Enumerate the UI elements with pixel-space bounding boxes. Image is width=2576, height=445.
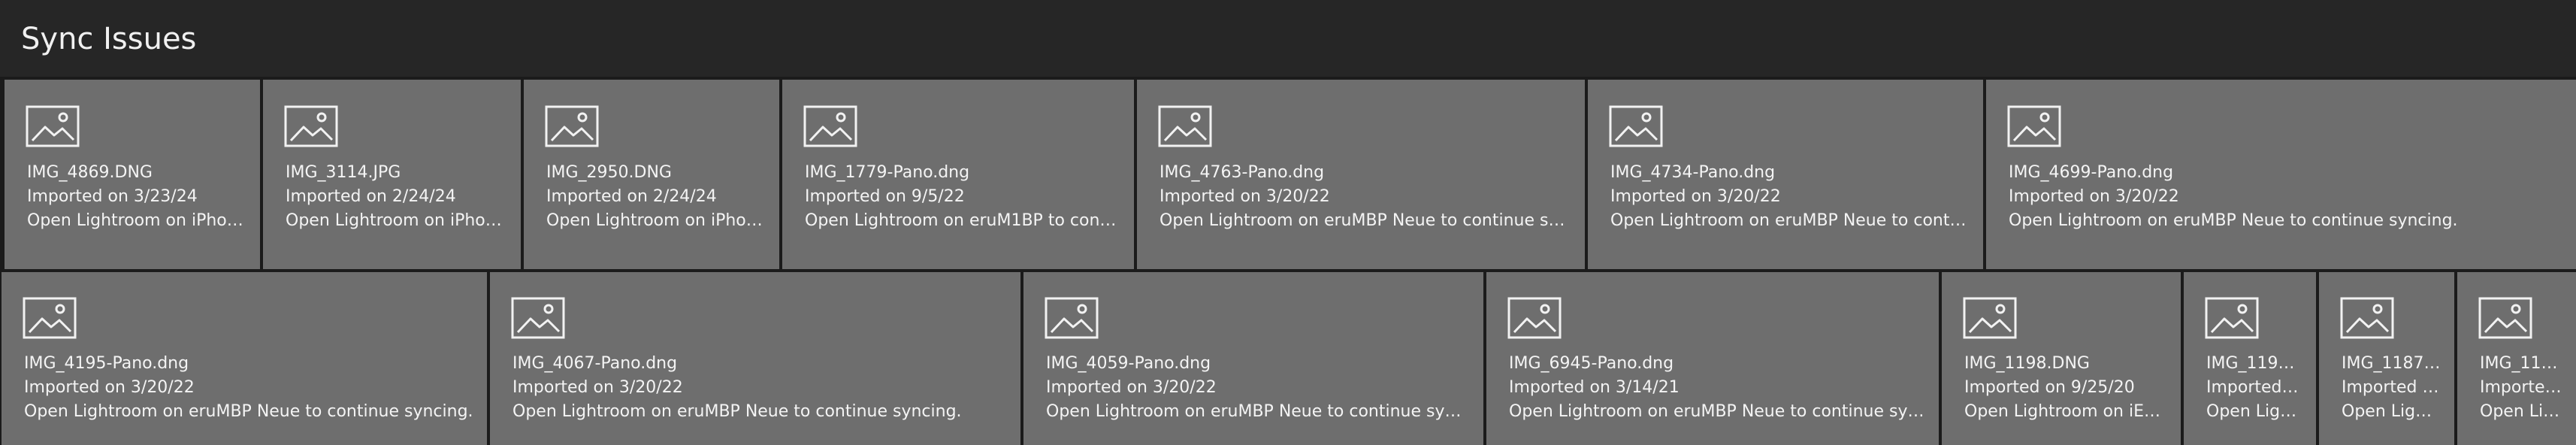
import-date: Imported on 2/24/24 [546, 187, 717, 206]
sync-message: Open Lightroom on eruMBP Neue to continu… [1610, 211, 1970, 230]
sync-issue-card[interactable]: IMG_6945-Pano.dng Imported on 3/14/21 Op… [1486, 272, 1939, 445]
import-date: Imported on 2/24/24 [286, 187, 456, 206]
filename: IMG_4195-Pano.dng [24, 354, 189, 373]
sync-issue-card[interactable]: IMG_1779-Pano.dng Imported on 9/5/22 Ope… [782, 80, 1134, 269]
filename: IMG_4734-Pano.dng [1610, 163, 1776, 182]
image-placeholder-icon [1963, 297, 2017, 339]
sync-message: Open Lightroom on eruMBP Neue to continu… [1509, 402, 1925, 421]
grid-row: IMG_4195-Pano.dng Imported on 3/20/22 Op… [0, 272, 2576, 445]
import-date: Imported on 3/20/22 [1610, 187, 1781, 206]
sync-issue-card[interactable]: IMG_1187.DNG Imported on 9/25/20 Open Li… [2319, 272, 2454, 445]
import-date: Imported on 3/20/22 [1046, 378, 1217, 397]
image-placeholder-icon [545, 105, 599, 147]
sync-message: Open Lightroom on iEruX to continue sync… [1964, 402, 2167, 421]
filename: IMG_4067-Pano.dng [512, 354, 678, 373]
filename: IMG_4869.DNG [27, 163, 153, 182]
import-date: Imported on 3/23/24 [27, 187, 198, 206]
import-date: Imported on 9/25/20 [2480, 378, 2562, 397]
sync-message: Open Lightroom on eruMBP Neue to continu… [512, 402, 962, 421]
sync-issues-grid: IMG_4869.DNG Imported on 3/23/24 Open Li… [0, 77, 2576, 445]
sync-issue-card[interactable]: IMG_4699-Pano.dng Imported on 3/20/22 Op… [1986, 80, 2576, 269]
sync-message: Open Lightroom on eruMBP Neue to continu… [2009, 211, 2458, 230]
import-date: Imported on 3/20/22 [1160, 187, 1330, 206]
header-bar: Sync Issues [0, 0, 2576, 77]
sync-issue-card[interactable]: IMG_4195-Pano.dng Imported on 3/20/22 Op… [2, 272, 487, 445]
sync-message: Open Lightroom on iPhone to continue syn… [546, 211, 766, 230]
sync-message: Open Lightroom on iPhone to continue syn… [286, 211, 507, 230]
sync-issue-card[interactable]: IMG_2950.DNG Imported on 2/24/24 Open Li… [524, 80, 779, 269]
filename: IMG_1185.DNG [2480, 354, 2562, 373]
image-placeholder-icon [803, 105, 857, 147]
filename: IMG_4699-Pano.dng [2009, 163, 2174, 182]
sync-message: Open Lightroom on iEruX to continue sync… [2206, 402, 2302, 421]
filename: IMG_6945-Pano.dng [1509, 354, 1674, 373]
sync-issue-card[interactable]: IMG_4869.DNG Imported on 3/23/24 Open Li… [5, 80, 260, 269]
image-placeholder-icon [284, 105, 338, 147]
grid-row: IMG_4869.DNG Imported on 3/23/24 Open Li… [0, 80, 2576, 269]
sync-issue-card[interactable]: IMG_1198.DNG Imported on 9/25/20 Open Li… [1942, 272, 2181, 445]
filename: IMG_4763-Pano.dng [1160, 163, 1325, 182]
sync-issue-card[interactable]: IMG_1191.DNG Imported on 9/25/20 Open Li… [2184, 272, 2316, 445]
image-placeholder-icon [1609, 105, 1663, 147]
import-date: Imported on 9/25/20 [2206, 378, 2302, 397]
sync-message: Open Lightroom on eruM1BP to continue sy… [805, 211, 1120, 230]
sync-message: Open Lightroom on iEruX to continue sync… [2342, 402, 2441, 421]
import-date: Imported on 9/25/20 [1964, 378, 2135, 397]
image-placeholder-icon [1507, 297, 1562, 339]
sync-issue-card[interactable]: IMG_4067-Pano.dng Imported on 3/20/22 Op… [490, 272, 1020, 445]
sync-message: Open Lightroom on eruMBP Neue to continu… [1046, 402, 1470, 421]
sync-message: Open Lightroom on eruMBP Neue to continu… [24, 402, 473, 421]
filename: IMG_1198.DNG [1964, 354, 2090, 373]
sync-message: Open Lightroom on iEruX to continue sync… [2480, 402, 2562, 421]
filename: IMG_1191.DNG [2206, 354, 2302, 373]
sync-issue-card[interactable]: IMG_4763-Pano.dng Imported on 3/20/22 Op… [1137, 80, 1585, 269]
filename: IMG_1779-Pano.dng [805, 163, 970, 182]
filename: IMG_2950.DNG [546, 163, 672, 182]
sync-issue-card[interactable]: IMG_3114.JPG Imported on 2/24/24 Open Li… [263, 80, 521, 269]
import-date: Imported on 3/20/22 [512, 378, 683, 397]
filename: IMG_4059-Pano.dng [1046, 354, 1211, 373]
image-placeholder-icon [1158, 105, 1212, 147]
image-placeholder-icon [23, 297, 77, 339]
sync-issue-card[interactable]: IMG_1185.DNG Imported on 9/25/20 Open Li… [2457, 272, 2576, 445]
sync-message: Open Lightroom on eruMBP Neue to continu… [1160, 211, 1571, 230]
image-placeholder-icon [2340, 297, 2394, 339]
image-placeholder-icon [2007, 105, 2061, 147]
sync-issue-card[interactable]: IMG_4734-Pano.dng Imported on 3/20/22 Op… [1588, 80, 1983, 269]
page-title: Sync Issues [21, 22, 197, 56]
import-date: Imported on 9/5/22 [805, 187, 965, 206]
import-date: Imported on 3/14/21 [1509, 378, 1680, 397]
image-placeholder-icon [26, 105, 80, 147]
import-date: Imported on 3/20/22 [2009, 187, 2179, 206]
filename: IMG_3114.JPG [286, 163, 401, 182]
image-placeholder-icon [2478, 297, 2532, 339]
import-date: Imported on 9/25/20 [2342, 378, 2441, 397]
image-placeholder-icon [511, 297, 565, 339]
filename: IMG_1187.DNG [2342, 354, 2441, 373]
image-placeholder-icon [2205, 297, 2259, 339]
sync-issue-card[interactable]: IMG_4059-Pano.dng Imported on 3/20/22 Op… [1023, 272, 1483, 445]
import-date: Imported on 3/20/22 [24, 378, 195, 397]
image-placeholder-icon [1045, 297, 1099, 339]
sync-message: Open Lightroom on iPhone to continue syn… [27, 211, 246, 230]
